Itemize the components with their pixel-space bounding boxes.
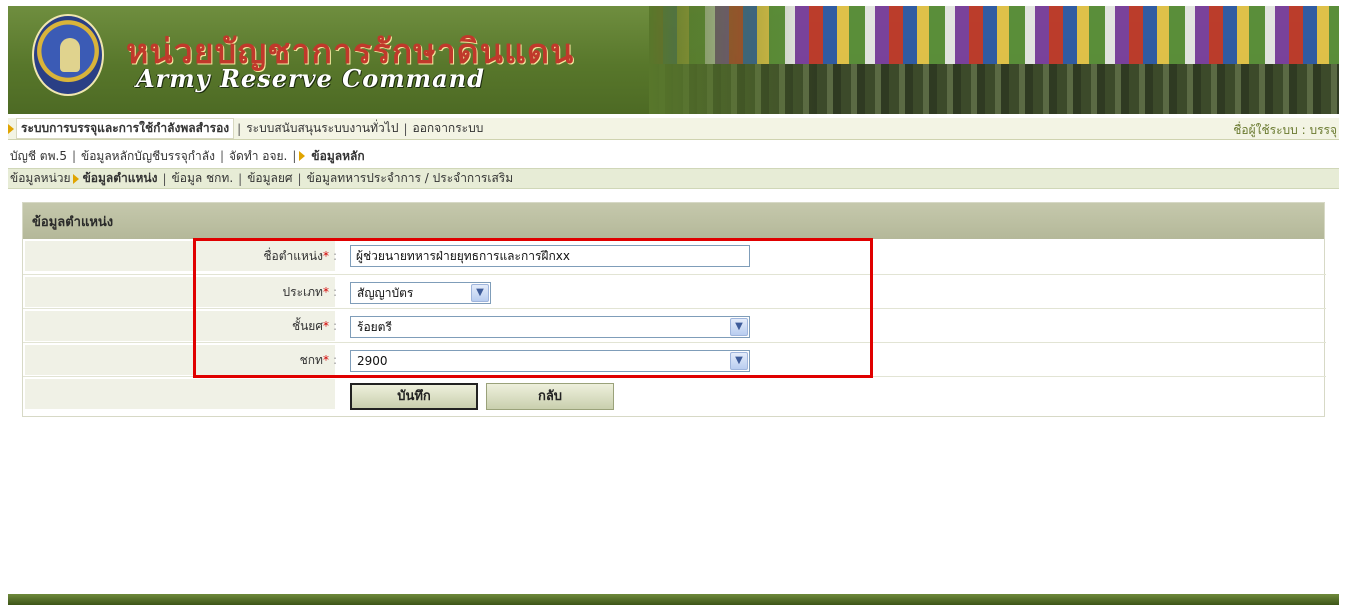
- nav-separator: |: [297, 171, 302, 186]
- nav-tp5[interactable]: บัญชี ตพ.5: [8, 147, 69, 166]
- tab-unit-data[interactable]: ข้อมูลหน่วย: [8, 169, 73, 188]
- back-button[interactable]: กลับ: [486, 383, 614, 410]
- emblem-logo: [32, 14, 104, 96]
- nav-separator: |: [237, 121, 242, 136]
- highlight-box: [193, 238, 873, 378]
- footer-bar: [8, 594, 1339, 605]
- save-button[interactable]: บันทึก: [350, 383, 478, 410]
- sub-nav: บัญชี ตพ.5 | ข้อมูลหลักบัญชีบรรจุกำลัง |…: [8, 146, 1339, 166]
- nav-reserve-system[interactable]: ระบบการบรรจุและการใช้กำลังพลสำรอง: [16, 118, 235, 139]
- banner-soldiers-image: [649, 64, 1339, 114]
- nav-separator: |: [71, 149, 76, 163]
- nav-logout[interactable]: ออกจากระบบ: [410, 119, 485, 138]
- tab-active-duty-data[interactable]: ข้อมูลทหารประจำการ / ประจำการเสริม: [305, 169, 516, 188]
- nav-separator: |: [162, 171, 167, 186]
- user-label: ชื่อผู้ใช้ระบบ : บรรจุ: [1233, 123, 1337, 137]
- nav-prepare-ajy[interactable]: จัดทำ อจย.: [227, 147, 289, 166]
- nav-separator: |: [238, 171, 243, 186]
- site-title-english: Army Reserve Command: [136, 64, 485, 93]
- nav-support-system[interactable]: ระบบสนับสนุนระบบงานทั่วไป: [244, 119, 400, 138]
- nav-separator: |: [403, 121, 408, 136]
- nav-separator: |: [292, 149, 297, 163]
- nav-master-data[interactable]: ข้อมูลหลัก: [307, 146, 369, 166]
- nav-separator: |: [219, 149, 224, 163]
- main-nav: ระบบการบรรจุและการใช้กำลังพลสำรอง | ระบบ…: [8, 118, 1339, 140]
- panel-heading: ข้อมูลตำแหน่ง: [23, 203, 1324, 239]
- tab-nav: ข้อมูลหน่วย ข้อมูลตำแหน่ง | ข้อมูล ชกท. …: [8, 168, 1339, 189]
- triangle-right-icon: [72, 173, 79, 184]
- tab-mos-data[interactable]: ข้อมูล ชกท.: [170, 169, 236, 188]
- triangle-right-icon: [299, 151, 306, 161]
- page: หน่วยบัญชาการรักษาดินแดน Army Reserve Co…: [0, 0, 1346, 605]
- tab-rank-data[interactable]: ข้อมูลยศ: [245, 169, 294, 188]
- tab-position-data[interactable]: ข้อมูลตำแหน่ง: [81, 169, 160, 188]
- triangle-right-icon: [8, 123, 14, 134]
- nav-master-assign[interactable]: ข้อมูลหลักบัญชีบรรจุกำลัง: [79, 147, 217, 166]
- form-row-actions: บันทึก กลับ: [23, 376, 1326, 410]
- header-banner: หน่วยบัญชาการรักษาดินแดน Army Reserve Co…: [8, 6, 1339, 114]
